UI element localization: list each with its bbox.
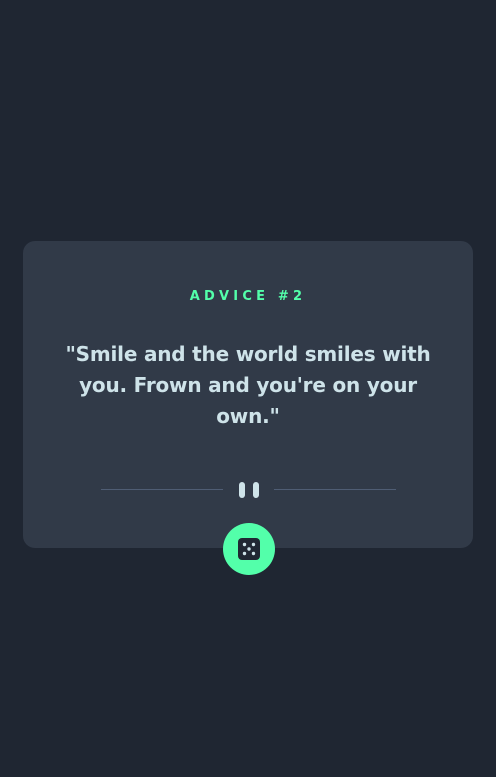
dice-icon (238, 538, 260, 560)
new-advice-button[interactable] (223, 523, 275, 575)
advice-card: ADVICE #2 "Smile and the world smiles wi… (23, 241, 473, 548)
pause-icon (239, 482, 259, 498)
advice-quote: "Smile and the world smiles with you. Fr… (65, 342, 431, 428)
divider (101, 482, 396, 498)
divider-line-right (274, 489, 396, 490)
advice-number-label: ADVICE #2 (189, 289, 307, 304)
divider-line-left (101, 489, 223, 490)
